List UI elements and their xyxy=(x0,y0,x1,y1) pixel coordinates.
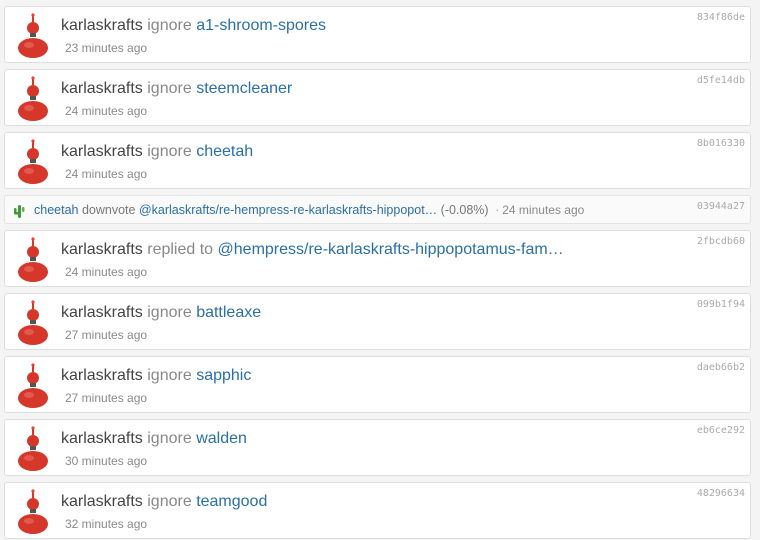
activity-line: karlaskrafts ignore steemcleaner xyxy=(61,80,292,98)
action-verb: ignore xyxy=(147,80,192,97)
robot-avatar-icon[interactable] xyxy=(13,237,53,283)
robot-avatar-icon[interactable] xyxy=(13,489,53,535)
actor-name[interactable]: karlaskrafts xyxy=(61,493,143,510)
action-verb: replied to xyxy=(147,241,214,258)
action-verb: ignore xyxy=(147,430,192,447)
target-link[interactable]: teamgood xyxy=(196,493,267,510)
timestamp: 32 minutes ago xyxy=(65,517,148,531)
activity-line: karlaskrafts ignore walden xyxy=(61,430,247,448)
feed-card: karlaskrafts ignore sapphic 27 minutes a… xyxy=(4,356,751,413)
target-link[interactable]: cheetah xyxy=(196,143,253,160)
activity-line: karlaskrafts ignore battleaxe xyxy=(61,304,261,322)
action-verb: ignore xyxy=(147,17,192,34)
feed-card: karlaskrafts ignore battleaxe 27 minutes… xyxy=(4,293,751,350)
post-link[interactable]: @karlaskrafts/re-hempress-re-karlaskraft… xyxy=(139,203,437,217)
timestamp: 24 minutes ago xyxy=(65,104,148,118)
actor-name[interactable]: karlaskrafts xyxy=(61,367,143,384)
separator-dot: · xyxy=(495,203,500,217)
tx-hash: 099b1f94 xyxy=(696,299,745,310)
action-verb: ignore xyxy=(147,143,192,160)
actor-name[interactable]: karlaskrafts xyxy=(61,17,143,34)
actor-name[interactable]: karlaskrafts xyxy=(61,143,143,160)
robot-avatar-icon[interactable] xyxy=(13,139,53,185)
tx-hash: 834f86de xyxy=(696,12,745,23)
timestamp: 23 minutes ago xyxy=(65,41,148,55)
actor-name[interactable]: karlaskrafts xyxy=(61,80,143,97)
tx-hash: daeb66b2 xyxy=(696,362,745,373)
robot-avatar-icon[interactable] xyxy=(13,300,53,346)
feed-card: karlaskrafts replied to @hempress/re-kar… xyxy=(4,230,751,287)
target-link[interactable]: a1-shroom-spores xyxy=(196,17,326,34)
robot-avatar-icon[interactable] xyxy=(13,363,53,409)
vote-card: cheetah downvote @karlaskrafts/re-hempre… xyxy=(4,195,751,224)
vote-percent: (-0.08%) xyxy=(440,203,489,217)
tx-hash: 8b016330 xyxy=(696,138,745,149)
activity-line: karlaskrafts ignore cheetah xyxy=(61,143,253,161)
activity-line: karlaskrafts ignore a1-shroom-spores xyxy=(61,17,326,35)
timestamp: 27 minutes ago xyxy=(65,391,148,405)
tx-hash: 03944a27 xyxy=(696,201,745,212)
target-link[interactable]: @hempress/re-karlaskrafts-hippopotamus-f… xyxy=(218,241,564,258)
action-verb: ignore xyxy=(147,493,192,510)
tx-hash: 2fbcdb60 xyxy=(696,236,745,247)
target-link[interactable]: walden xyxy=(196,430,247,447)
vote-line: cheetah downvote @karlaskrafts/re-hempre… xyxy=(34,203,584,217)
tx-hash: eb6ce292 xyxy=(696,425,745,436)
cactus-avatar-icon[interactable] xyxy=(13,203,25,219)
feed-card: karlaskrafts ignore cheetah 24 minutes a… xyxy=(4,132,751,189)
feed-card: karlaskrafts ignore steemcleaner 24 minu… xyxy=(4,69,751,126)
tx-hash: 48296634 xyxy=(696,488,745,499)
robot-avatar-icon[interactable] xyxy=(13,13,53,59)
feed-card: karlaskrafts ignore walden 30 minutes ag… xyxy=(4,419,751,476)
tx-hash: d5fe14db xyxy=(696,75,745,86)
activity-line: karlaskrafts ignore teamgood xyxy=(61,493,267,511)
target-link[interactable]: steemcleaner xyxy=(196,80,292,97)
actor-name[interactable]: karlaskrafts xyxy=(61,430,143,447)
robot-avatar-icon[interactable] xyxy=(13,426,53,472)
activity-line: karlaskrafts ignore sapphic xyxy=(61,367,251,385)
timestamp: 30 minutes ago xyxy=(65,454,148,468)
target-link[interactable]: sapphic xyxy=(196,367,251,384)
feed-card: karlaskrafts ignore teamgood 32 minutes … xyxy=(4,482,751,539)
timestamp: 27 minutes ago xyxy=(65,328,148,342)
timestamp: 24 minutes ago xyxy=(65,265,148,279)
action-verb: ignore xyxy=(147,367,192,384)
action-verb: ignore xyxy=(147,304,192,321)
target-link[interactable]: battleaxe xyxy=(196,304,261,321)
action-verb: downvote xyxy=(81,203,136,217)
actor-name[interactable]: karlaskrafts xyxy=(61,304,143,321)
feed-card: karlaskrafts ignore a1-shroom-spores 23 … xyxy=(4,6,751,63)
robot-avatar-icon[interactable] xyxy=(13,76,53,122)
voter-name[interactable]: cheetah xyxy=(34,203,78,217)
timestamp: 24 minutes ago xyxy=(502,203,585,217)
activity-line: karlaskrafts replied to @hempress/re-kar… xyxy=(61,241,564,259)
actor-name[interactable]: karlaskrafts xyxy=(61,241,143,258)
timestamp: 24 minutes ago xyxy=(65,167,148,181)
